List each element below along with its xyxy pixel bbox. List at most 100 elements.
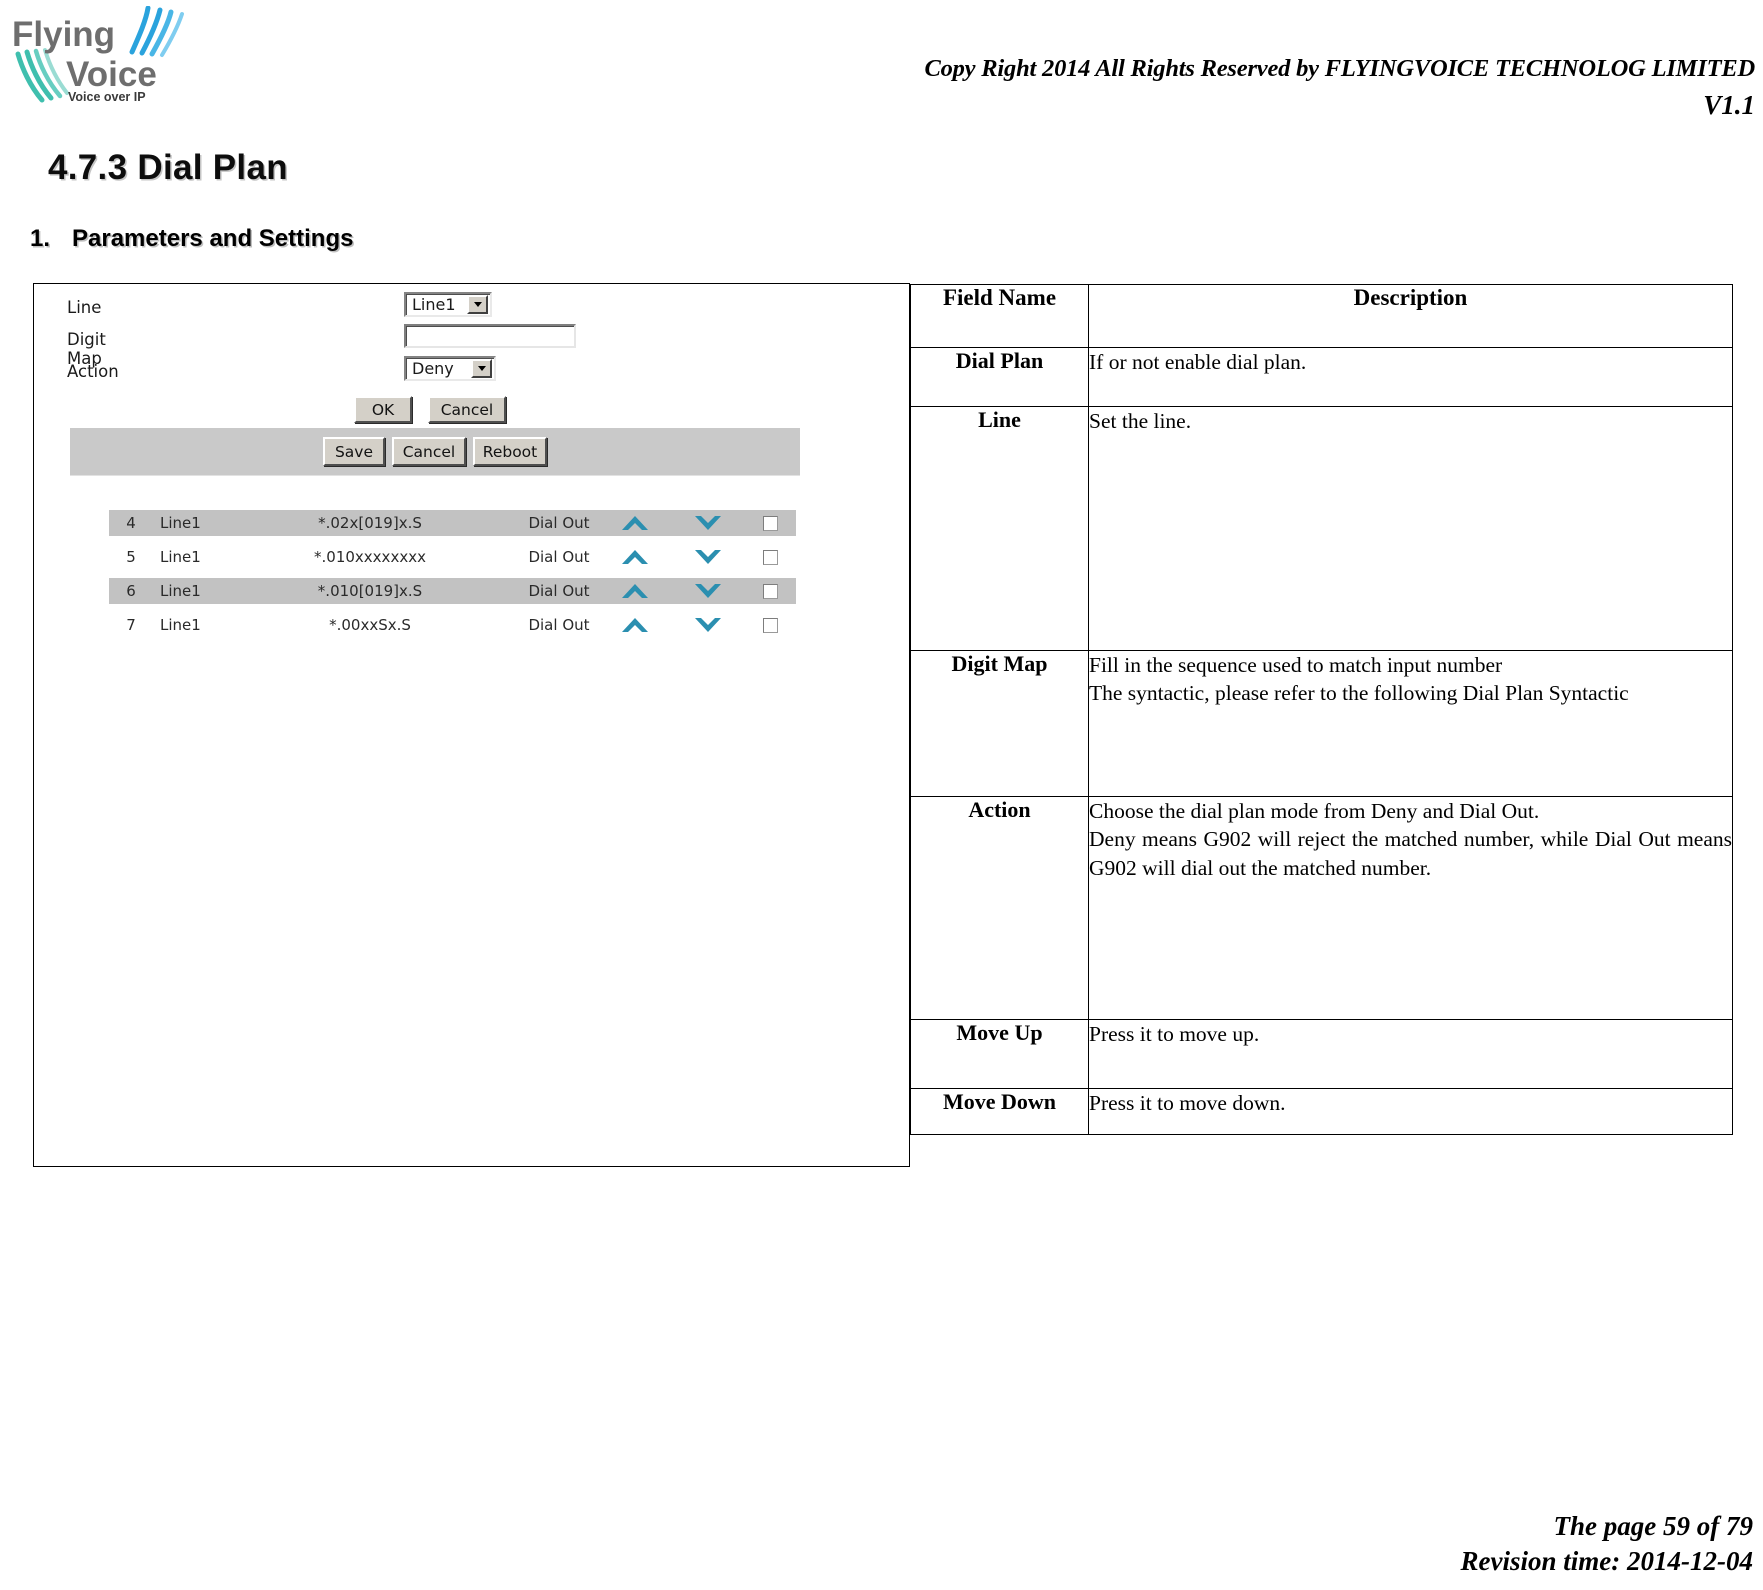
description-move-down: Press it to move down. [1088, 1087, 1733, 1135]
reboot-button[interactable]: Reboot [473, 437, 547, 466]
table-row: Move Up Press it to move up. [910, 1018, 1733, 1089]
dialplan-row-digitmap: *.02x[019]x.S [220, 510, 520, 536]
subsection-heading: 1. Parameters and Settings [30, 225, 353, 253]
checkbox-icon[interactable] [762, 617, 778, 633]
dialplan-row[interactable]: 7 Line1 *.00xxSx.S Dial Out [109, 608, 809, 642]
dialplan-row-line: Line1 [160, 548, 201, 566]
chevron-up-icon[interactable] [598, 612, 671, 638]
line-select-value: Line1 [412, 294, 456, 314]
subsection-number: 1. [30, 225, 51, 252]
chevron-up-icon[interactable] [598, 510, 671, 536]
save-button[interactable]: Save [323, 437, 385, 466]
dialplan-row-index: 7 [126, 616, 136, 634]
svg-text:Flying: Flying [12, 15, 115, 54]
chevron-up-icon[interactable] [598, 578, 671, 604]
dialplan-row[interactable]: 5 Line1 *.010xxxxxxxx Dial Out [109, 540, 809, 574]
chevron-down-icon[interactable] [671, 578, 744, 604]
chevron-down-icon [467, 295, 488, 314]
description-line: The syntactic, please refer to the follo… [1089, 681, 1629, 706]
table-row: Move Down Press it to move down. [910, 1087, 1733, 1135]
svg-text:Voice over IP: Voice over IP [68, 90, 146, 104]
table-header-row: Field Name Description [910, 283, 1733, 348]
dialplan-row-action: Dial Out [528, 616, 590, 634]
page-number: The page 59 of 79 [1553, 1510, 1753, 1541]
dialplan-row-line: Line1 [153, 510, 220, 536]
dialplan-row-index: 6 [109, 578, 153, 604]
ok-button[interactable]: OK [354, 396, 412, 423]
line-select[interactable]: Line1 [404, 292, 492, 317]
form-buttons: OK Cancel [354, 396, 506, 423]
description-line: Press it to move down. [1089, 1090, 1286, 1115]
field-description-cell: Field Name Description Dial Plan If or n… [910, 283, 1733, 1167]
row-select-checkbox[interactable] [744, 544, 796, 570]
chevron-down-icon [471, 359, 492, 378]
dialplan-row-index: 4 [109, 510, 153, 536]
description-action: Choose the dial plan mode from Deny and … [1088, 795, 1733, 1020]
row-select-checkbox[interactable] [744, 510, 796, 536]
dialplan-row[interactable]: 4 Line1 *.02x[019]x.S Dial Out [109, 506, 809, 540]
header-version-text: V1.1 [1703, 90, 1755, 120]
table-row: Action Choose the dial plan mode from De… [910, 795, 1733, 1020]
field-name-digit-map: Digit Map [910, 649, 1089, 797]
dialplan-row-index: 5 [126, 548, 136, 566]
digitmap-input[interactable] [406, 326, 574, 346]
flyingvoice-logo: Flying Voice Voice over IP [8, 6, 198, 104]
column-header-description: Description [1088, 283, 1733, 348]
line-label: Line [67, 298, 102, 317]
description-move-up: Press it to move up. [1088, 1018, 1733, 1089]
action-label: Action [67, 362, 119, 381]
table-row: Line Set the line. [910, 405, 1733, 651]
chevron-down-icon[interactable] [671, 510, 744, 536]
header-copyright-text: Copy Right 2014 All Rights Reserved by F… [924, 55, 1755, 82]
row-select-checkbox[interactable] [744, 578, 796, 604]
dialplan-row-action: Dial Out [528, 548, 590, 566]
page-title: 4.7.3 Dial Plan [48, 148, 288, 187]
field-description-table: Field Name Description Dial Plan If or n… [910, 283, 1733, 1135]
checkbox-icon[interactable] [762, 515, 778, 531]
dialplan-row-digitmap: *.00xxSx.S [329, 616, 411, 634]
document-footer: The page 59 of 79 Revision time: 2014-12… [1461, 1509, 1753, 1580]
document-header: Flying Voice Voice over IP Copy Right 20… [0, 0, 1763, 140]
toolbar-cancel-button[interactable]: Cancel [392, 437, 466, 466]
dialplan-row-action: Dial Out [520, 578, 598, 604]
dialplan-row[interactable]: 6 Line1 *.010[019]x.S Dial Out [109, 574, 809, 608]
revision-time: Revision time: 2014-12-04 [1460, 1546, 1753, 1577]
chevron-up-icon[interactable] [598, 544, 671, 570]
content-layout-table: Line Line1 Digit Map Action Deny OK Canc… [33, 283, 1733, 1167]
action-select-value: Deny [412, 358, 454, 378]
digitmap-input-wrapper[interactable] [404, 324, 576, 348]
description-line: If or not enable dial plan. [1089, 349, 1307, 374]
dialplan-row-action: Dial Out [520, 510, 598, 536]
description-line-field: Set the line. [1088, 405, 1733, 651]
column-header-field-name: Field Name [910, 283, 1089, 348]
field-name-action: Action [910, 795, 1089, 1020]
table-row: Digit Map Fill in the sequence used to m… [910, 649, 1733, 797]
description-line: Choose the dial plan mode from Deny and … [1089, 798, 1540, 823]
checkbox-icon[interactable] [762, 583, 778, 599]
cancel-button[interactable]: Cancel [428, 396, 506, 423]
description-line: Press it to move up. [1089, 1021, 1260, 1046]
description-line: Deny means G902 will reject the matched … [1089, 827, 1732, 880]
subsection-title: Parameters and Settings [72, 225, 354, 252]
description-line: Set the line. [1089, 408, 1192, 433]
dialplan-row-digitmap: *.010[019]x.S [220, 578, 520, 604]
table-row: Dial Plan If or not enable dial plan. [910, 346, 1733, 407]
row-select-checkbox[interactable] [744, 612, 796, 638]
description-dial-plan: If or not enable dial plan. [1088, 346, 1733, 407]
dialplan-row-line: Line1 [153, 578, 220, 604]
router-web-ui: Line Line1 Digit Map Action Deny OK Canc… [34, 284, 909, 704]
chevron-down-icon[interactable] [671, 544, 744, 570]
svg-text:Voice: Voice [66, 55, 157, 94]
action-toolbar: Save Cancel Reboot [70, 428, 800, 476]
description-line: Fill in the sequence used to match input… [1089, 652, 1503, 677]
action-select[interactable]: Deny [404, 356, 496, 381]
chevron-down-icon[interactable] [671, 612, 744, 638]
field-name-move-up: Move Up [910, 1018, 1089, 1089]
field-name-dial-plan: Dial Plan [910, 346, 1089, 407]
field-name-line: Line [910, 405, 1089, 651]
field-name-move-down: Move Down [910, 1087, 1089, 1135]
dialplan-row-line: Line1 [160, 616, 201, 634]
dialplan-row-digitmap: *.010xxxxxxxx [314, 548, 426, 566]
checkbox-icon[interactable] [762, 549, 778, 565]
dialplan-list: 4 Line1 *.02x[019]x.S Dial Out 5 Line1 *.010xx… [109, 506, 809, 642]
